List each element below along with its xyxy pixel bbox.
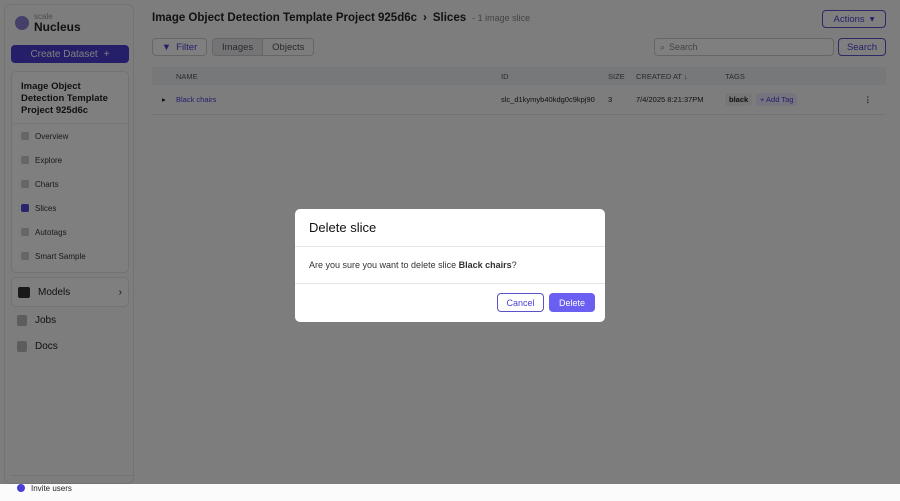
user-icon xyxy=(17,484,25,492)
delete-slice-dialog: Delete slice Are you sure you want to de… xyxy=(295,209,605,322)
message-suffix: ? xyxy=(511,260,517,270)
dialog-title: Delete slice xyxy=(295,209,605,247)
dialog-message: Are you sure you want to delete slice Bl… xyxy=(295,247,605,284)
invite-label: Invite users xyxy=(31,484,72,493)
delete-button[interactable]: Delete xyxy=(549,293,595,312)
message-slice-name: Black chairs xyxy=(458,260,512,270)
message-prefix: Are you sure you want to delete slice xyxy=(309,260,459,270)
cancel-button[interactable]: Cancel xyxy=(497,293,544,312)
